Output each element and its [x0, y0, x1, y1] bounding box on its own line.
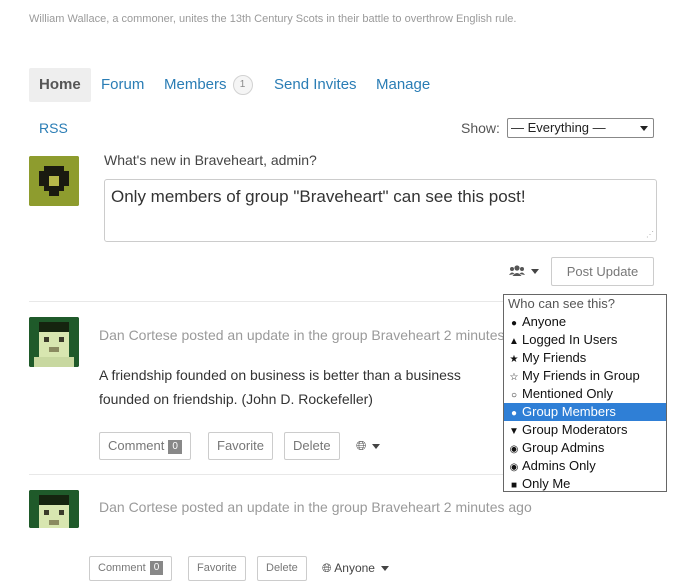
- option-my-friends-in-group[interactable]: ☆ My Friends in Group: [504, 367, 666, 385]
- members-count-badge: 1: [232, 75, 253, 96]
- option-my-friends[interactable]: ★ My Friends: [504, 349, 666, 367]
- comment-button[interactable]: Comment 0: [99, 432, 191, 460]
- globe-icon: 🌐︎: [356, 438, 367, 453]
- tab-send-invites[interactable]: Send Invites: [274, 68, 357, 102]
- option-group-admins[interactable]: ◉ Group Admins: [504, 439, 666, 457]
- option-group-members[interactable]: ● Group Members: [504, 403, 666, 421]
- avatar-admin[interactable]: [29, 156, 79, 206]
- post-textarea[interactable]: Only members of group "Braveheart" can s…: [104, 179, 657, 242]
- listbox-header: Who can see this?: [508, 296, 615, 311]
- tab-members[interactable]: Members 1: [164, 68, 253, 102]
- activity-header: Dan Cortese posted an update in the grou…: [99, 499, 532, 515]
- option-admins-only[interactable]: ◉ Admins Only: [504, 457, 666, 475]
- favorite-button[interactable]: Favorite: [208, 432, 273, 460]
- comment-count: 0: [149, 561, 164, 576]
- resize-grip-icon[interactable]: ⋰: [646, 230, 654, 239]
- chevron-down-icon: [531, 268, 539, 274]
- option-group-moderators[interactable]: ▼ Group Moderators: [504, 421, 666, 439]
- delete-button[interactable]: Delete: [284, 432, 340, 460]
- favorite-button[interactable]: Favorite: [188, 556, 246, 581]
- option-only-me[interactable]: ■ Only Me: [504, 475, 666, 493]
- activity-header: Dan Cortese posted an update in the grou…: [99, 327, 532, 343]
- rss-link[interactable]: RSS: [39, 120, 68, 136]
- tab-manage[interactable]: Manage: [376, 68, 430, 102]
- activity-visibility-selector[interactable]: 🌐︎ Anyone: [322, 561, 389, 576]
- visibility-listbox[interactable]: Who can see this? ● Anyone ▲ Logged In Use…: [503, 294, 667, 492]
- chevron-down-icon: [640, 126, 648, 131]
- visibility-selector[interactable]: [509, 262, 539, 278]
- tab-home[interactable]: Home: [29, 68, 91, 102]
- globe-icon: 🌐︎: [322, 561, 332, 575]
- option-logged-in-users[interactable]: ▲ Logged In Users: [504, 331, 666, 349]
- group-description: William Wallace, a commoner, unites the …: [29, 13, 517, 25]
- group-icon: [509, 265, 525, 277]
- avatar-dan-cortese[interactable]: [29, 317, 79, 367]
- tab-forum[interactable]: Forum: [101, 68, 144, 102]
- show-filter-label: Show:: [461, 120, 500, 136]
- avatar-dan-cortese[interactable]: [29, 490, 79, 528]
- option-anyone[interactable]: ● Anyone: [504, 313, 666, 331]
- chevron-down-icon: [380, 566, 389, 572]
- comment-count: 0: [168, 439, 182, 454]
- show-filter-select[interactable]: — Everything —: [507, 118, 654, 138]
- comment-button[interactable]: Comment 0: [89, 556, 173, 581]
- activity-visibility-selector[interactable]: 🌐︎: [356, 438, 381, 454]
- post-prompt: What's new in Braveheart, admin?: [104, 152, 317, 168]
- lock-icon: ■: [510, 480, 518, 491]
- activity-body: A friendship founded on business is bett…: [99, 367, 461, 407]
- post-update-button[interactable]: Post Update: [551, 257, 654, 286]
- option-mentioned-only[interactable]: ○ Mentioned Only: [504, 385, 666, 403]
- chevron-down-icon: [372, 444, 381, 450]
- delete-button[interactable]: Delete: [257, 556, 307, 581]
